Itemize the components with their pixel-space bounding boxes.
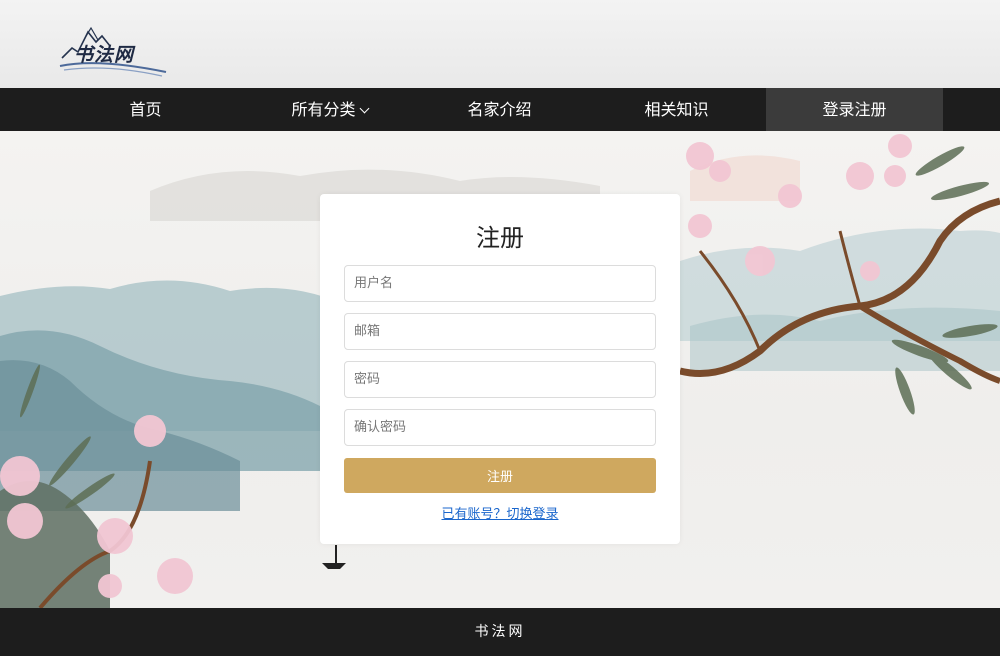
footer-text: 书法网 (474, 624, 526, 640)
email-input[interactable] (344, 313, 656, 350)
register-card: 注册 注册 已有账号？切换登录 (320, 194, 680, 544)
nav-item-masters[interactable]: 名家介绍 (411, 88, 588, 131)
site-footer: 书法网 (0, 608, 1000, 656)
chevron-down-icon (359, 103, 369, 114)
nav-item-knowledge[interactable]: 相关知识 (588, 88, 765, 131)
main-nav: 首页 所有分类 名家介绍 相关知识 登录注册 (0, 88, 1000, 131)
register-title: 注册 (476, 224, 524, 252)
site-logo[interactable]: 书法网 (58, 14, 168, 78)
site-header: 书法网 (0, 0, 1000, 88)
nav-item-categories[interactable]: 所有分类 (241, 88, 418, 131)
nav-item-label: 所有分类 (291, 100, 356, 119)
nav-item-label: 相关知识 (644, 100, 709, 119)
nav-item-label: 登录注册 (822, 100, 887, 119)
username-input[interactable] (344, 265, 656, 302)
nav-item-label: 名家介绍 (467, 100, 532, 119)
nav-item-home[interactable]: 首页 (57, 88, 234, 131)
nav-item-label: 首页 (129, 100, 162, 119)
confirm-password-input[interactable] (344, 409, 656, 446)
password-input[interactable] (344, 361, 656, 398)
register-button[interactable]: 注册 (344, 458, 656, 493)
switch-to-login-link[interactable]: 已有账号？切换登录 (320, 503, 680, 522)
logo-text: 书法网 (74, 44, 135, 66)
nav-item-login-register[interactable]: 登录注册 (766, 88, 943, 131)
